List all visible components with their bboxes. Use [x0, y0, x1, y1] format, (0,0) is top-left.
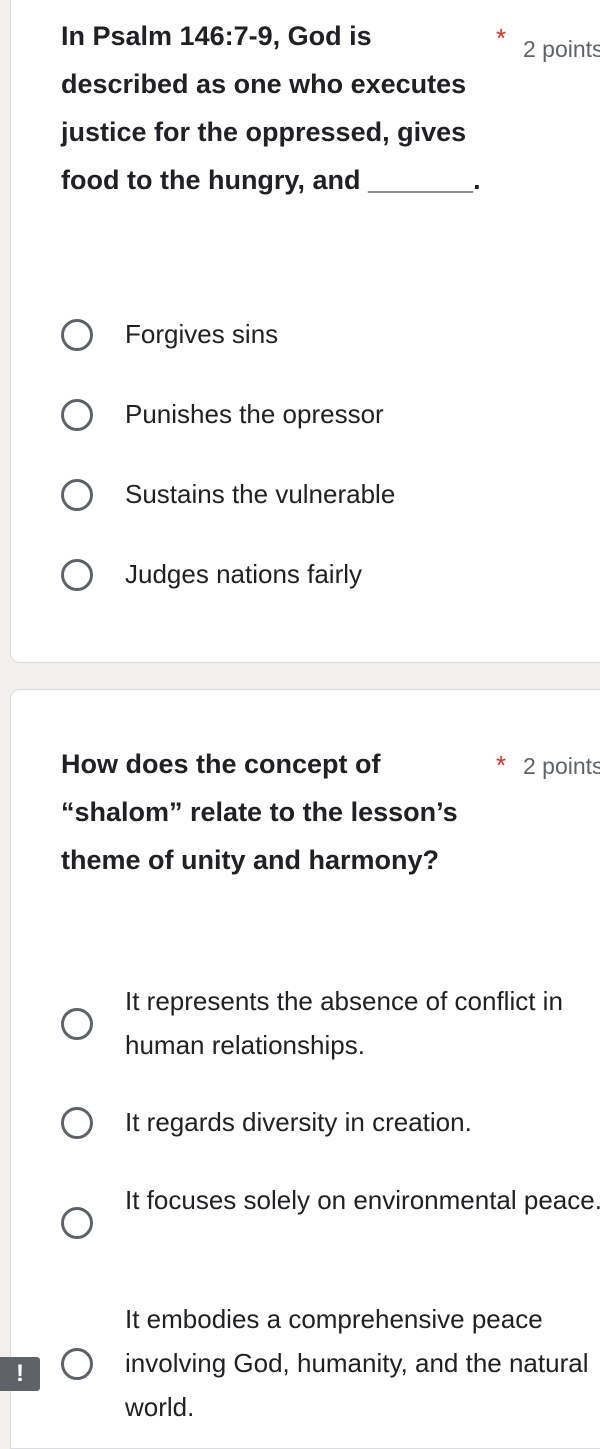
option-label[interactable]: It represents the absence of conflict in…: [125, 979, 600, 1067]
radio-button[interactable]: [61, 479, 93, 511]
radio-button[interactable]: [61, 319, 93, 351]
option-label[interactable]: It focuses solely on environmental peace…: [125, 1178, 600, 1222]
question-title: How does the concept of “shalom” relate …: [61, 749, 458, 875]
question-card: In Psalm 146:7-9, God is described as on…: [10, 0, 600, 663]
required-asterisk: *: [496, 23, 507, 53]
radio-button[interactable]: [61, 399, 93, 431]
required-asterisk: *: [496, 750, 507, 780]
option-label[interactable]: Punishes the opressor: [125, 392, 600, 436]
points-label: 2 points: [523, 753, 600, 779]
question-title: In Psalm 146:7-9, God is described as on…: [61, 21, 481, 195]
radio-button[interactable]: [61, 1207, 93, 1239]
option-label[interactable]: Sustains the vulnerable: [125, 472, 600, 516]
option-label[interactable]: Forgives sins: [125, 312, 600, 356]
question-card: How does the concept of “shalom” relate …: [10, 689, 600, 1449]
radio-button[interactable]: [61, 1008, 93, 1040]
points-label: 2 points: [523, 36, 600, 62]
option-label[interactable]: It regards diversity in creation.: [125, 1100, 600, 1144]
radio-button[interactable]: [61, 1348, 93, 1380]
radio-button[interactable]: [61, 559, 93, 591]
radio-button[interactable]: [61, 1107, 93, 1139]
alert-icon[interactable]: !: [0, 1357, 40, 1391]
option-label[interactable]: Judges nations fairly: [125, 552, 600, 596]
option-label[interactable]: It embodies a comprehensive peace involv…: [125, 1297, 600, 1429]
